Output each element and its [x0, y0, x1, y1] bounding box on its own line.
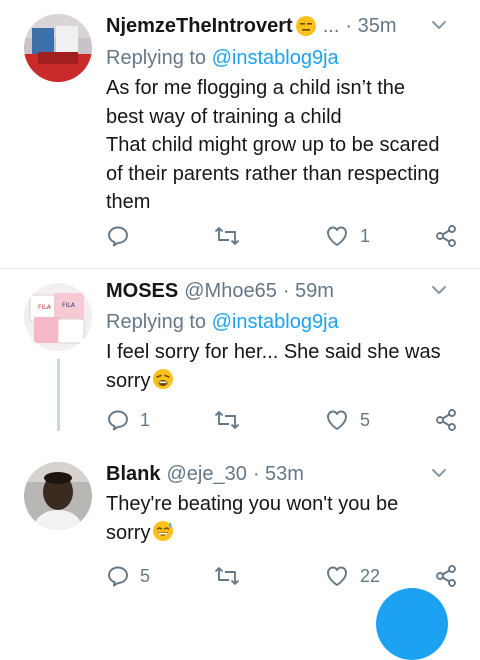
tweet-text-line-with-emoji: sorry	[106, 519, 466, 548]
tweet-text-line: As for me flogging a child isn’t the	[106, 77, 406, 99]
tweet-text: I feel sorry for her... She said she was…	[106, 338, 466, 395]
avatar[interactable]	[24, 14, 92, 82]
share-icon	[434, 408, 458, 432]
tweet-actions: 1	[106, 222, 466, 250]
avatar[interactable]	[24, 462, 92, 530]
share-icon	[434, 564, 458, 588]
tweet-1[interactable]: NjemzeTheIntrovert ... · 35m Replying to…	[0, 0, 480, 268]
tweet-text-line: I feel sorry for her... She said she was	[106, 341, 441, 363]
tweet-header: MOSES @Mhoe65 · 59m	[106, 277, 456, 305]
tweet-text-line: them	[106, 191, 151, 213]
like-button[interactable]: 22	[324, 562, 380, 590]
share-button[interactable]	[434, 406, 458, 434]
timestamp[interactable]: · 35m	[345, 15, 396, 38]
thread-line	[57, 359, 60, 431]
share-icon	[434, 224, 458, 248]
like-icon	[324, 408, 350, 432]
reply-button[interactable]: 1	[106, 406, 150, 434]
display-name[interactable]: NjemzeTheIntrovert	[106, 15, 293, 38]
retweet-icon	[214, 408, 240, 432]
tweet-text-line-with-emoji: sorry	[106, 367, 466, 396]
reply-count: 1	[140, 409, 151, 430]
tweet-actions: 1 5	[106, 406, 466, 434]
reply-count: 5	[140, 565, 151, 586]
display-name[interactable]: MOSES	[106, 280, 178, 303]
retweet-button[interactable]	[214, 406, 250, 434]
compose-tweet-button[interactable]	[376, 588, 448, 660]
timestamp[interactable]: · 53m	[253, 463, 304, 486]
tweet-header: Blank @eje_30 · 53m	[106, 460, 456, 488]
timestamp[interactable]: · 59m	[283, 280, 334, 303]
tweet-text-line: That child might grow up to be scared	[106, 134, 440, 156]
user-handle[interactable]: @eje_30	[166, 463, 246, 486]
truncation-ellipsis: ...	[322, 14, 340, 37]
replying-to-label: Replying to	[106, 311, 207, 333]
like-icon	[324, 224, 350, 248]
like-count: 5	[360, 409, 371, 430]
reply-icon	[106, 408, 130, 432]
tweet-text: As for me flogging a child isn’t the bes…	[106, 74, 466, 217]
tweet-2[interactable]: FILA FILA MOSES @Mhoe65 · 59m Replying t…	[0, 269, 480, 452]
mention-link[interactable]: @instablog9ja	[212, 47, 339, 69]
avatar[interactable]: FILA FILA	[24, 283, 92, 351]
like-icon	[324, 564, 350, 588]
weary-emoji-icon	[152, 368, 174, 390]
replying-to: Replying to @instablog9ja	[106, 44, 339, 72]
retweet-button[interactable]	[214, 222, 250, 250]
retweet-icon	[214, 224, 240, 248]
expressionless-emoji-icon	[295, 15, 317, 37]
svg-text:FILA: FILA	[62, 302, 76, 309]
replying-to-label: Replying to	[106, 47, 207, 69]
like-count: 1	[360, 225, 371, 246]
tweet-header: NjemzeTheIntrovert ... · 35m	[106, 12, 456, 40]
tweet-text-line: sorry	[106, 521, 151, 544]
display-name[interactable]: Blank	[106, 463, 160, 486]
tweet-text-line: sorry	[106, 369, 151, 392]
reply-icon	[106, 564, 130, 588]
like-button[interactable]: 5	[324, 406, 370, 434]
mention-link[interactable]: @instablog9ja	[212, 311, 339, 333]
like-button[interactable]: 1	[324, 222, 370, 250]
retweet-button[interactable]	[214, 562, 250, 590]
chevron-down-icon[interactable]	[428, 279, 450, 301]
share-button[interactable]	[434, 222, 458, 250]
tweet-actions: 5 22	[106, 562, 466, 590]
share-button[interactable]	[434, 562, 458, 590]
svg-text:FILA: FILA	[38, 304, 52, 311]
reply-icon	[106, 224, 130, 248]
reply-button[interactable]: 5	[106, 562, 150, 590]
retweet-icon	[214, 564, 240, 588]
tweet-text: They're beating you won't you be sorry	[106, 490, 466, 547]
sweat-smile-emoji-icon	[152, 520, 174, 542]
tweet-text-line: of their parents rather than respecting	[106, 162, 440, 185]
tweet-text-line: They're beating you won't you be	[106, 493, 399, 515]
chevron-down-icon[interactable]	[428, 462, 450, 484]
chevron-down-icon[interactable]	[428, 14, 450, 36]
user-handle[interactable]: @Mhoe65	[184, 280, 277, 303]
like-count: 22	[360, 565, 381, 586]
replying-to: Replying to @instablog9ja	[106, 308, 339, 336]
reply-button[interactable]	[106, 222, 140, 250]
tweet-3[interactable]: Blank @eje_30 · 53m They're beating you …	[0, 452, 480, 608]
tweet-text-line: best way of training a child	[106, 105, 342, 128]
